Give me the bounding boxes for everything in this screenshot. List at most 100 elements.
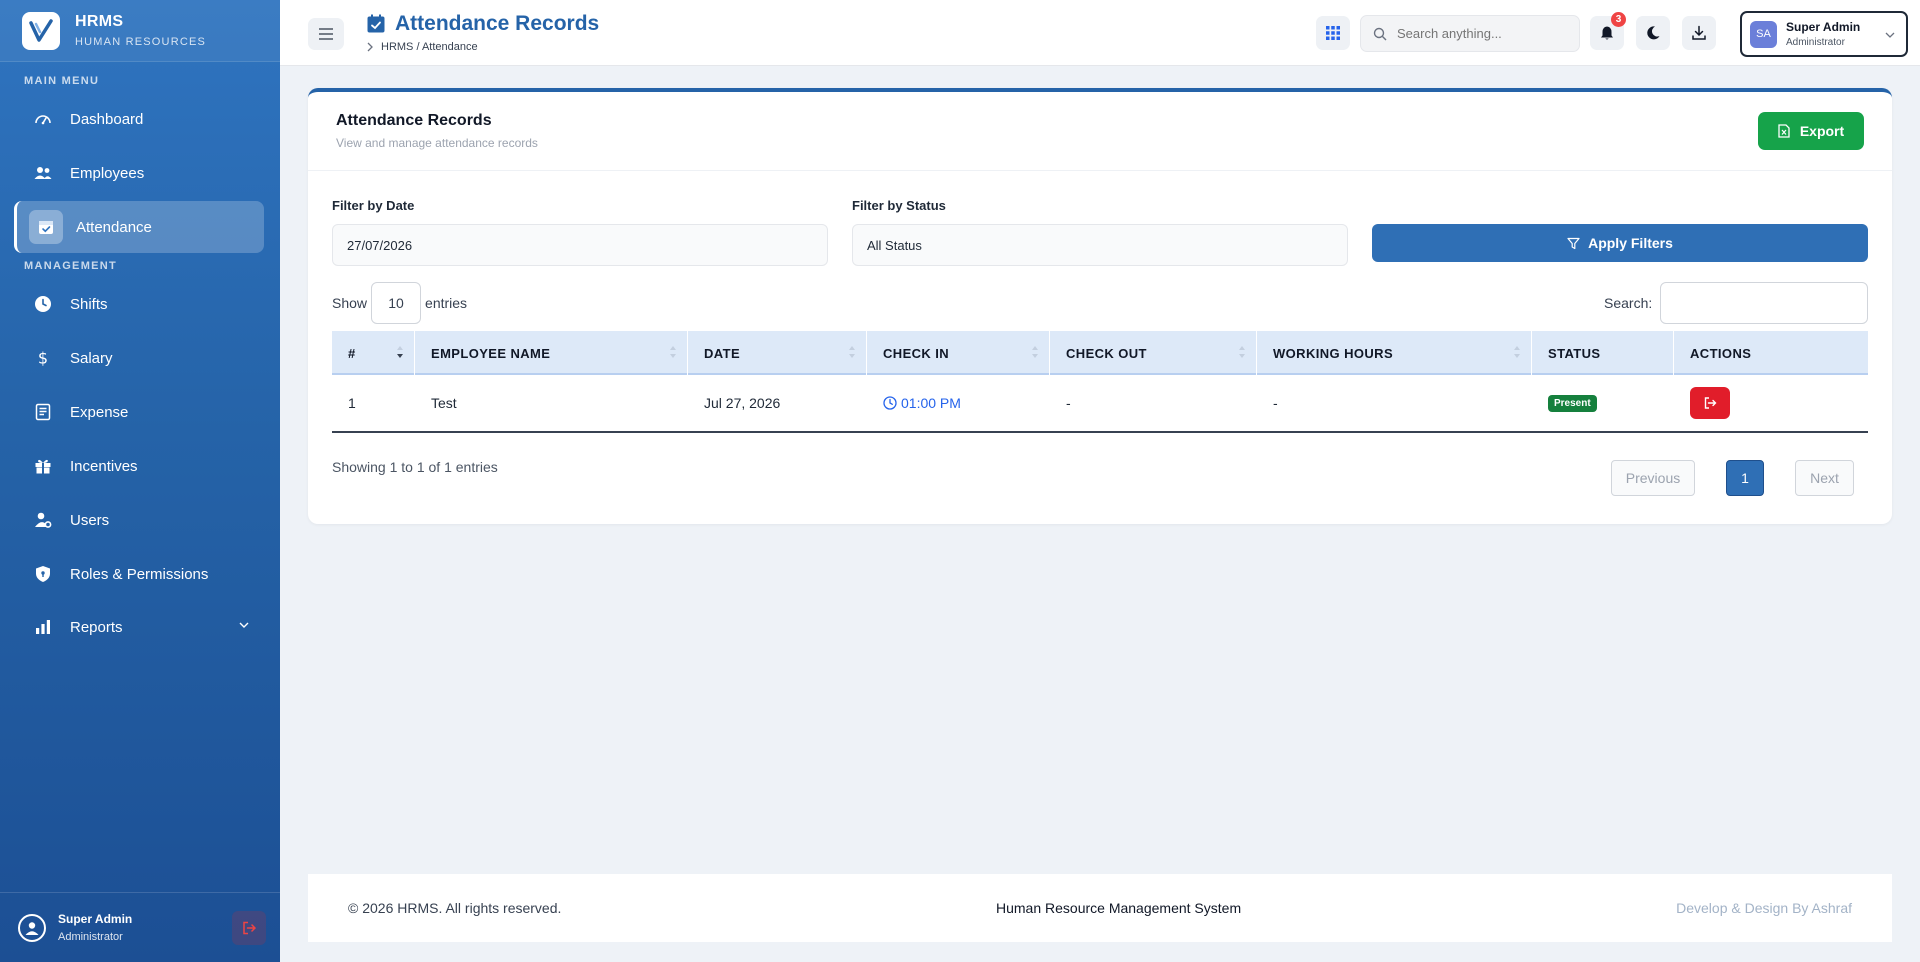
column-header-check-in[interactable]: CHECK IN	[867, 331, 1050, 375]
clock-icon	[34, 295, 52, 313]
shield-icon	[34, 565, 52, 583]
cell-number: 1	[348, 395, 356, 411]
logout-icon	[1704, 397, 1717, 409]
calendar-check-icon	[366, 14, 386, 34]
filter-status-label: Filter by Status	[852, 198, 946, 213]
hamburger-icon	[319, 28, 333, 40]
filter-icon	[1567, 237, 1580, 250]
sidebar-item-label: Users	[70, 511, 110, 529]
chevron-right-icon	[366, 42, 374, 52]
bar-chart-icon	[34, 618, 52, 636]
apps-grid-button[interactable]	[1316, 16, 1350, 50]
footer-credit-link[interactable]: Develop & Design By Ashraf	[1676, 900, 1852, 916]
column-header-check-out[interactable]: CHECK OUT	[1050, 331, 1257, 375]
page-length-select[interactable]: 10	[371, 282, 422, 324]
sidebar-item-employees[interactable]: Employees	[14, 147, 264, 199]
user-menu[interactable]: SA Super Admin Administrator	[1740, 11, 1908, 57]
brand[interactable]: HRMS HUMAN RESOURCES	[0, 0, 280, 62]
moon-icon	[1647, 26, 1660, 40]
calendar-check-icon	[29, 210, 63, 244]
user-circle-icon	[18, 913, 46, 942]
chevron-down-icon	[238, 619, 250, 631]
card-subtitle: View and manage attendance records	[336, 136, 538, 150]
top-header: Attendance Records HRMS / Attendance 3 S…	[280, 0, 1920, 66]
sidebar-item-label: Roles & Permissions	[70, 565, 209, 583]
filter-date-label: Filter by Date	[332, 198, 415, 213]
column-header-working-hours[interactable]: WORKING HOURS	[1257, 331, 1532, 375]
breadcrumb: HRMS / Attendance	[366, 41, 478, 53]
sidebar-item-label: Employees	[70, 164, 145, 182]
export-label: Export	[1799, 123, 1845, 139]
sidebar-item-attendance[interactable]: Attendance	[14, 201, 264, 253]
column-header-number[interactable]: #	[332, 331, 415, 375]
column-header-employee-name[interactable]: EMPLOYEE NAME	[415, 331, 688, 375]
divider	[308, 170, 1892, 171]
filter-status-value: All Status	[867, 237, 922, 253]
gift-icon	[34, 457, 52, 475]
dashboard-icon	[34, 110, 52, 128]
breadcrumb-text[interactable]: HRMS / Attendance	[381, 41, 478, 53]
receipt-icon	[34, 403, 52, 421]
page-title: Attendance Records	[366, 12, 599, 36]
sidebar-item-users[interactable]: Users	[14, 494, 264, 546]
main-menu-title: MAIN MENU	[24, 75, 100, 87]
bell-icon	[1601, 26, 1613, 40]
sidebar-item-expense[interactable]: Expense	[14, 386, 264, 438]
sidebar-item-label: Shifts	[70, 295, 108, 313]
checkout-action-button[interactable]	[1690, 387, 1730, 419]
pagination-previous[interactable]: Previous	[1611, 460, 1695, 496]
page-title-text: Attendance Records	[395, 12, 600, 35]
sidebar-user-role: Administrator	[58, 931, 123, 943]
sidebar-item-dashboard[interactable]: Dashboard	[14, 93, 264, 145]
footer-copyright: © 2026 HRMS. All rights reserved.	[348, 900, 562, 916]
filter-date-input[interactable]: 27/07/2026	[332, 224, 828, 266]
theme-toggle-button[interactable]	[1636, 16, 1670, 50]
page-length-control: Show 10 entries	[332, 282, 467, 324]
logout-button[interactable]	[232, 911, 266, 945]
sidebar-item-salary[interactable]: $ Salary	[14, 332, 264, 384]
filter-status-select[interactable]: All Status	[852, 224, 1348, 266]
status-badge: Present	[1548, 394, 1597, 412]
sidebar-item-roles[interactable]: Roles & Permissions	[14, 548, 264, 600]
sidebar-item-label: Incentives	[70, 457, 138, 475]
pagination-page-1[interactable]: 1	[1726, 460, 1764, 496]
sidebar-user-name: Super Admin	[58, 912, 133, 926]
footer: © 2026 HRMS. All rights reserved. Human …	[308, 874, 1892, 942]
sidebar-item-label: Attendance	[76, 218, 152, 236]
download-icon	[1692, 25, 1706, 40]
user-role: Administrator	[1786, 37, 1845, 48]
show-label: Show	[332, 295, 368, 311]
sidebar-item-label: Salary	[70, 349, 113, 367]
download-button[interactable]	[1682, 16, 1716, 50]
pagination-next[interactable]: Next	[1795, 460, 1854, 496]
sidebar-item-shifts[interactable]: Shifts	[14, 278, 264, 330]
sidebar-item-incentives[interactable]: Incentives	[14, 440, 264, 492]
menu-toggle-button[interactable]	[308, 18, 344, 50]
footer-center-text: Human Resource Management System	[996, 900, 1242, 916]
table-row: 1 Test Jul 27, 2026 01:00 PM - - Present	[332, 375, 1868, 433]
table-search-input[interactable]	[1660, 282, 1868, 324]
apply-filters-label: Apply Filters	[1588, 235, 1673, 251]
card-title: Attendance Records	[336, 112, 492, 129]
avatar: SA	[1750, 20, 1777, 48]
notifications-button[interactable]: 3	[1590, 12, 1626, 50]
sidebar-user: Super Admin Administrator	[0, 892, 280, 962]
user-name: Super Admin	[1786, 20, 1861, 34]
apply-filters-button[interactable]: Apply Filters	[1372, 224, 1868, 262]
chevron-down-icon	[1884, 29, 1896, 41]
filter-date-value: 27/07/2026	[347, 237, 413, 253]
notification-count: 3	[1611, 12, 1626, 27]
brand-name: HRMS	[75, 13, 124, 30]
sidebar-item-reports[interactable]: Reports	[14, 601, 264, 653]
global-search[interactable]	[1360, 15, 1580, 52]
table-header: # EMPLOYEE NAME DATE CHECK IN CHECK OUT …	[332, 331, 1868, 375]
search-input[interactable]	[1397, 26, 1567, 41]
page-length-value: 10	[388, 295, 404, 311]
sidebar: HRMS HUMAN RESOURCES MAIN MENU Dashboard…	[0, 0, 280, 962]
check-in-time: 01:00 PM	[901, 395, 961, 411]
export-button[interactable]: Export	[1758, 112, 1864, 150]
sidebar-item-label: Expense	[70, 403, 129, 421]
sort-icon	[1031, 345, 1039, 359]
entries-label: entries	[425, 295, 468, 311]
column-header-date[interactable]: DATE	[688, 331, 867, 375]
